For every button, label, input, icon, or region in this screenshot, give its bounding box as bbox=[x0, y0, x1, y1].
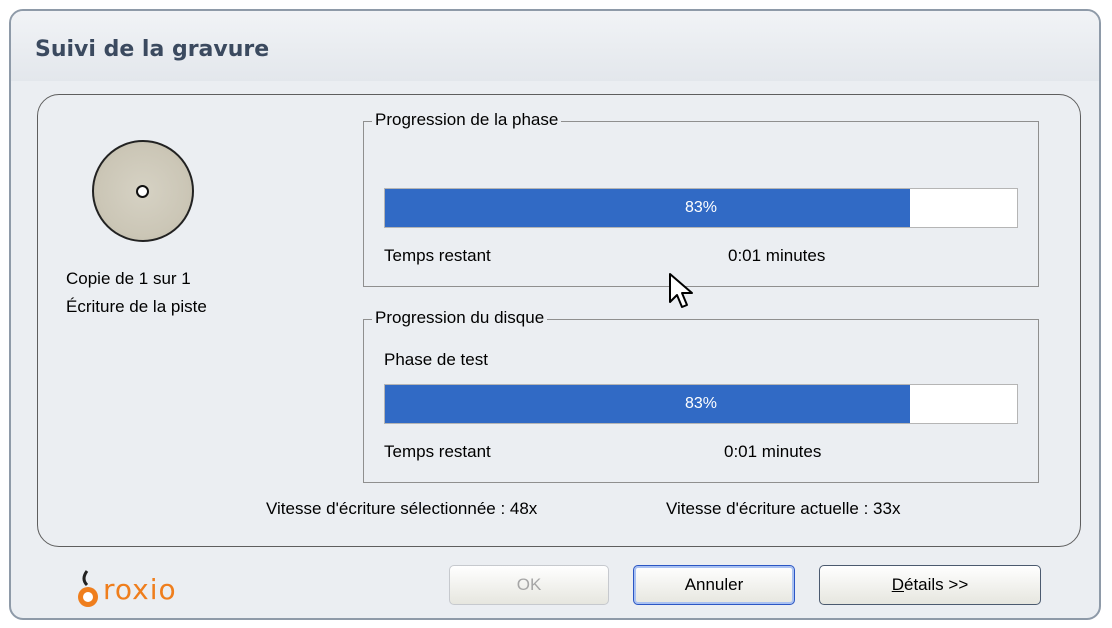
burn-progress-dialog: Suivi de la gravure Copie de 1 sur 1 Écr… bbox=[9, 9, 1101, 620]
details-button-label: Détails >> bbox=[892, 566, 969, 604]
current-write-speed: Vitesse d'écriture actuelle : 33x bbox=[666, 499, 901, 518]
disc-progress-bar: 83% bbox=[384, 384, 1018, 424]
disc-phase-label: Phase de test bbox=[384, 350, 488, 369]
mouse-cursor-icon bbox=[669, 273, 693, 308]
phase-progress-legend: Progression de la phase bbox=[372, 110, 562, 130]
copy-status: Copie de 1 sur 1 bbox=[66, 269, 191, 288]
disc-time-value: 0:01 minutes bbox=[724, 442, 822, 461]
details-button[interactable]: Détails >> bbox=[819, 565, 1041, 605]
button-bar: roxio OK Annuler Détails >> bbox=[11, 555, 1099, 618]
disc-progress-text: 83% bbox=[684, 395, 718, 412]
phase-progress-text: 83% bbox=[684, 199, 718, 216]
window-title: Suivi de la gravure bbox=[35, 37, 270, 62]
roxio-logo-text: roxio bbox=[103, 573, 177, 606]
disc-progress-legend: Progression du disque bbox=[372, 308, 548, 328]
ok-button[interactable]: OK bbox=[449, 565, 609, 605]
selected-write-speed: Vitesse d'écriture sélectionnée : 48x bbox=[266, 499, 538, 518]
roxio-logo-icon: roxio bbox=[75, 569, 235, 609]
details-button-mnemonic: Détails >> bbox=[891, 575, 969, 594]
roxio-mark-icon bbox=[78, 570, 98, 607]
cancel-button[interactable]: Annuler bbox=[633, 565, 795, 605]
disc-time-label: Temps restant bbox=[384, 442, 491, 461]
disc-progress-group: Progression du disque Phase de test 83% … bbox=[363, 308, 1039, 483]
phase-time-label: Temps restant bbox=[384, 246, 491, 265]
disc-hole bbox=[136, 185, 149, 198]
action-status: Écriture de la piste bbox=[66, 297, 207, 316]
phase-progress-group: Progression de la phase 83% Temps restan… bbox=[363, 110, 1039, 287]
content-panel: Copie de 1 sur 1 Écriture de la piste Pr… bbox=[37, 94, 1081, 547]
cd-disc-icon bbox=[92, 140, 194, 242]
phase-time-value: 0:01 minutes bbox=[728, 246, 826, 265]
phase-progress-bar: 83% bbox=[384, 188, 1018, 228]
title-bar[interactable]: Suivi de la gravure bbox=[11, 11, 1099, 81]
